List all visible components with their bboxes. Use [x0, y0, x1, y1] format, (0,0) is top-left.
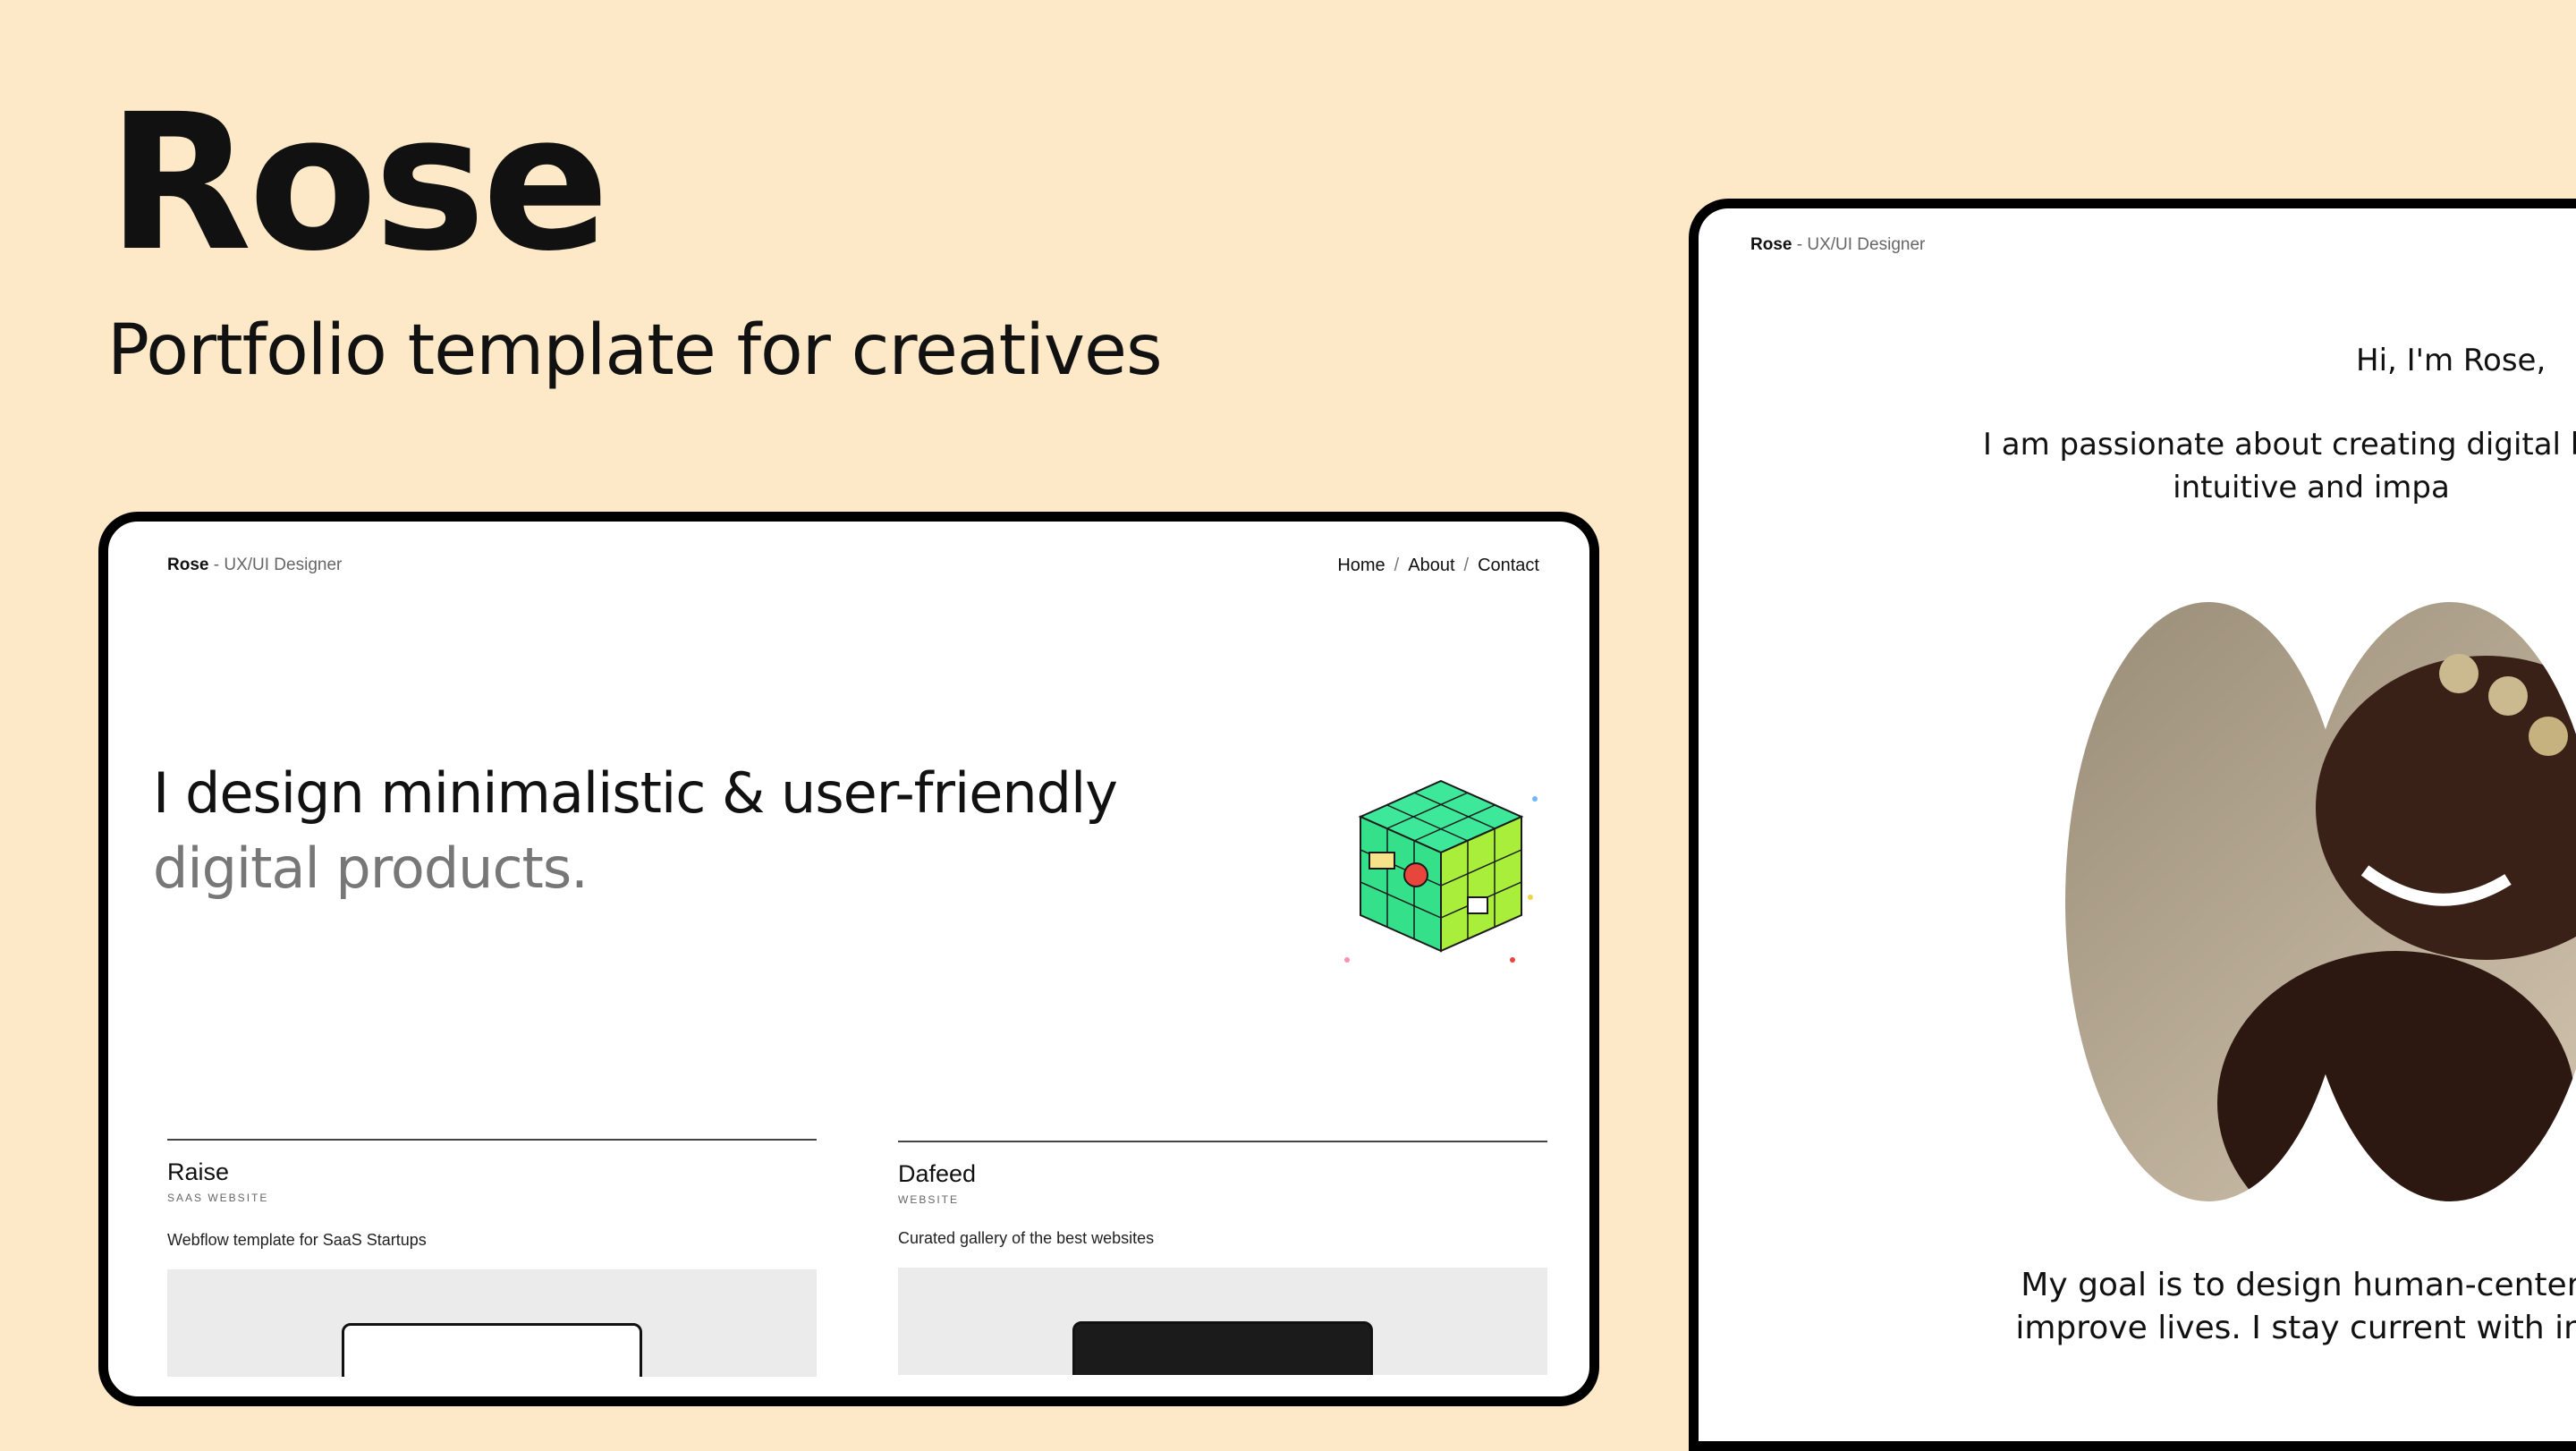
nav-home-link[interactable]: Home	[1337, 556, 1385, 576]
site-nav: Home / About / Contact	[1337, 556, 1539, 576]
profile-photo	[2065, 602, 2576, 1201]
greeting: Hi, I'm Rose,	[2356, 343, 2546, 378]
divider	[167, 1139, 817, 1141]
nav-about-link[interactable]: About	[1408, 556, 1454, 576]
headline-line-1: I design minimalistic & user-friendly	[153, 760, 1118, 826]
nav-separator: /	[1394, 556, 1400, 575]
project-name: Dafeed	[898, 1160, 977, 1187]
project-tag: WEBSITE	[898, 1193, 960, 1206]
thumbnail-laptop-mockup	[1072, 1321, 1373, 1375]
project-card-dafeed[interactable]: Dafeed WEBSITE Curated gallery of the be…	[898, 1141, 1547, 1375]
project-description: Curated gallery of the best websites	[898, 1229, 1155, 1247]
headline: I design minimalistic & user-friendly di…	[153, 756, 1118, 906]
intro-text: I am passionate about creating digital b…	[1982, 427, 2576, 505]
project-name: Raise	[167, 1158, 230, 1185]
divider	[898, 1141, 1547, 1142]
project-tag: SAAS WEBSITE	[167, 1192, 269, 1204]
project-thumbnail[interactable]	[167, 1269, 817, 1377]
project-card-raise[interactable]: Raise SAAS WEBSITE Webflow template for …	[167, 1139, 817, 1377]
brand-name: Rose	[1750, 235, 1792, 254]
cube-illustration-icon	[1344, 779, 1538, 963]
left-device-frame: Rose - UX/UI Designer Home / About / Con…	[98, 512, 1599, 1406]
project-thumbnail[interactable]	[898, 1268, 1547, 1375]
headline-line-2: digital products.	[153, 836, 589, 901]
brand-role: - UX/UI Designer	[213, 556, 343, 574]
hero-subtitle: Portfolio template for creatives	[107, 310, 1163, 391]
site-brand[interactable]: Rose - UX/UI Designer	[167, 556, 342, 575]
goal-text: My goal is to design human-centered impr…	[2015, 1267, 2576, 1346]
project-description: Webflow template for SaaS Startups	[167, 1231, 427, 1249]
brand-role: - UX/UI Designer	[1796, 235, 1926, 254]
nav-separator: /	[1463, 556, 1470, 575]
site-brand[interactable]: Rose - UX/UI Designer	[1750, 235, 1925, 255]
brand-name: Rose	[167, 556, 209, 574]
thumbnail-laptop-mockup	[342, 1323, 642, 1377]
hero-title: Rose	[107, 73, 609, 293]
nav-contact-link[interactable]: Contact	[1478, 556, 1539, 576]
right-device-frame: Rose - UX/UI Designer Hi, I'm Rose, I am…	[1689, 199, 2576, 1451]
